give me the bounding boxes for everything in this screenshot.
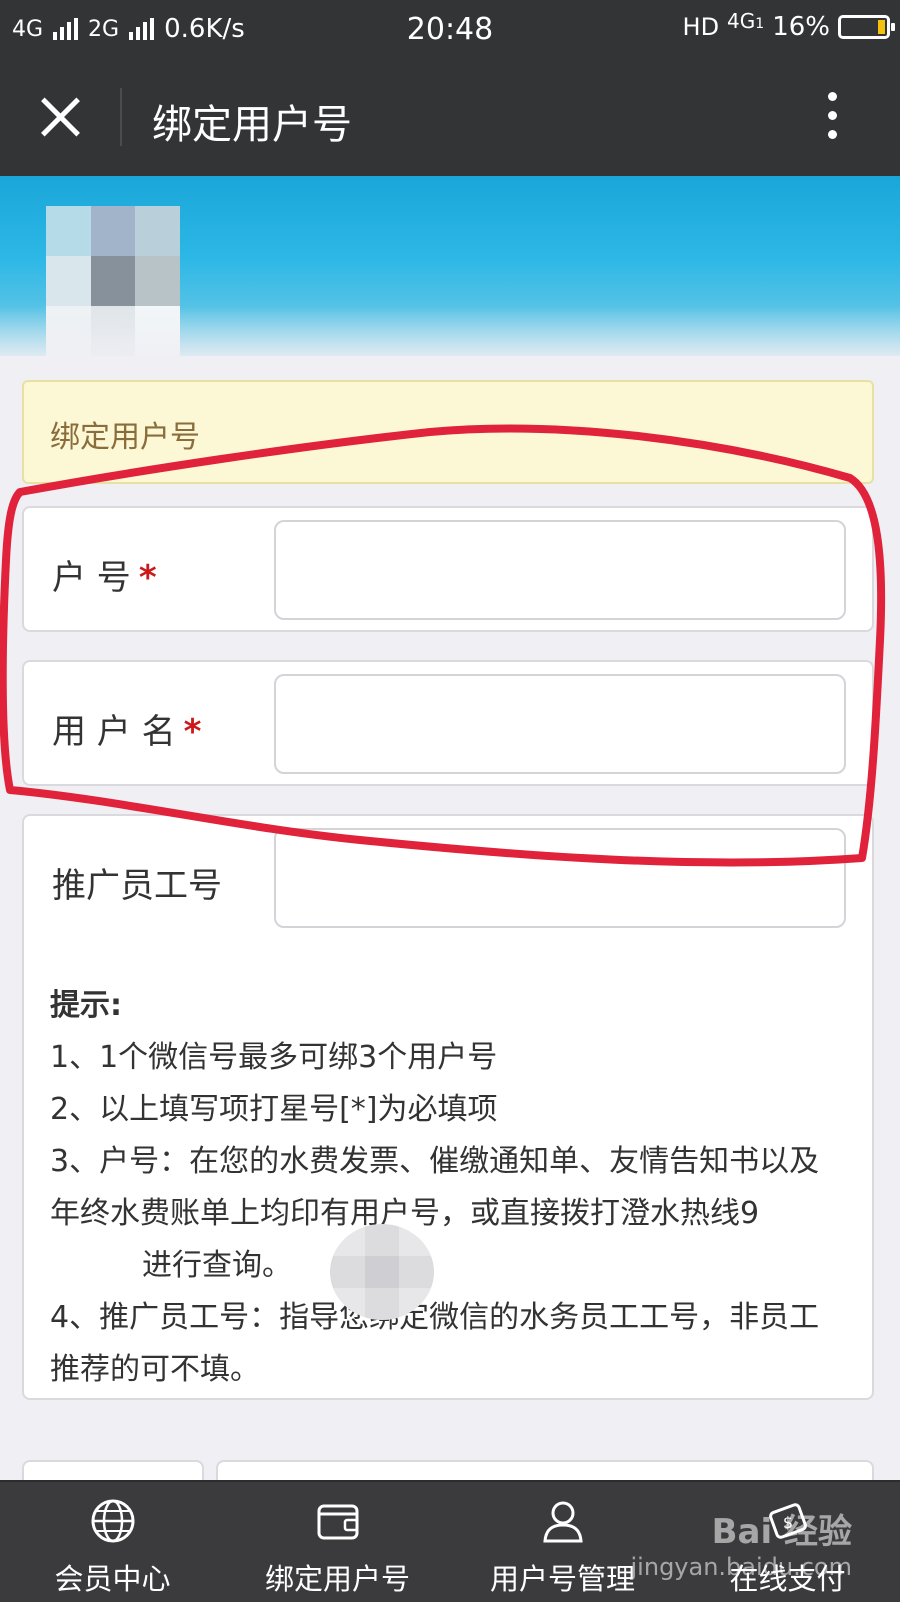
page-title: 绑定用户号	[152, 102, 352, 148]
tip-line-3b: 进行查询。	[142, 1248, 292, 1283]
required-mark: *	[183, 712, 202, 752]
account-label: 户 号 *	[52, 550, 157, 599]
promoter-label: 推广员工号	[52, 858, 222, 907]
promoter-label-text: 推广员工号	[52, 866, 222, 906]
tab-bind-account[interactable]: 绑定用户号	[225, 1482, 450, 1602]
network-right-sub: 1	[755, 16, 765, 32]
banner-image	[0, 176, 900, 356]
notice-panel: 绑定用户号	[22, 380, 874, 484]
watermark-brand: Bai 经验	[711, 1512, 852, 1552]
tip-line-2: 2、以上填写项打星号[*]为必填项	[50, 1092, 498, 1127]
username-input[interactable]	[274, 674, 846, 774]
redaction-blur	[330, 1224, 434, 1320]
watermark-url: jingyan.baidu.com	[630, 1553, 852, 1581]
form-row-username: 用 户 名 *	[22, 660, 874, 786]
tips-title: 提示:	[50, 988, 122, 1023]
tip-line-3: 3、户号：在您的水费发票、催缴通知单、友情告知书以及年终水费账单上均印有用户号，…	[50, 1136, 820, 1292]
user-icon	[543, 1501, 583, 1543]
network-right-label: 4G	[727, 9, 756, 33]
battery-icon	[838, 15, 895, 39]
tab-label: 会员中心	[54, 1562, 171, 1596]
tab-label: 绑定用户号	[264, 1562, 410, 1596]
globe-icon	[91, 1499, 135, 1543]
more-menu-icon[interactable]	[826, 92, 838, 142]
hd-indicator: HD	[682, 13, 720, 41]
notice-text: 绑定用户号	[50, 420, 200, 455]
network-right: 4G1	[727, 9, 764, 33]
status-bar: 4G 2G 0.6K/s 20:48 HD 4G1 16%	[0, 0, 900, 58]
form-row-account: 户 号 *	[22, 506, 874, 632]
tip-line-3a: 3、户号：在您的水费发票、催缴通知单、友情告知书以及年终水费账单上均印有用户号，…	[50, 1144, 820, 1231]
status-right: HD 4G1 16%	[682, 9, 895, 42]
required-mark: *	[138, 558, 157, 598]
username-label-text: 用 户 名	[52, 712, 176, 752]
title-bar: 绑定用户号	[0, 58, 900, 176]
title-divider	[120, 88, 122, 146]
account-label-text: 户 号	[52, 558, 131, 598]
username-label: 用 户 名 *	[52, 704, 201, 753]
tip-line-1: 1、1个微信号最多可绑3个用户号	[50, 1040, 498, 1075]
close-icon[interactable]	[38, 94, 84, 140]
battery-percent: 16%	[772, 12, 830, 42]
tip-line-4: 4、推广员工号：指导您绑定微信的水务员工工号，非员工推荐的可不填。	[50, 1300, 820, 1387]
tips-block: 提示: 1、1个微信号最多可绑3个用户号 2、以上填写项打星号[*]为必填项 3…	[50, 980, 820, 1396]
account-input[interactable]	[274, 520, 846, 620]
wallet-icon	[317, 1504, 359, 1540]
banner-fade	[0, 306, 900, 356]
battery-fill	[878, 20, 885, 34]
baidu-watermark: Bai 经验 jingyan.baidu.com	[631, 1504, 852, 1581]
tab-member-center[interactable]: 会员中心	[0, 1482, 225, 1602]
promoter-input[interactable]	[274, 828, 846, 928]
